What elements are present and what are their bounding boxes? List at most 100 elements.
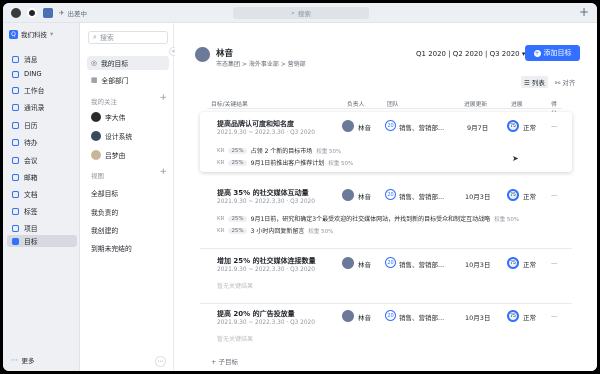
nav-item-contacts[interactable]: 通讯录 [7, 101, 77, 113]
nav-label: 邮箱 [24, 174, 38, 182]
objective-row[interactable]: 提高品牌认可度和知名度 2021.9.30 ~ 2022.3.30 · Q3 2… [200, 112, 572, 172]
objective-title[interactable]: 提高 20% 的广告投放量 [217, 309, 295, 319]
key-result[interactable]: KR 25% 9月1日前推出客户推荐计划 权重 50% [217, 158, 353, 167]
search-placeholder: 搜索 [297, 10, 311, 18]
more-label: 更多 [21, 357, 35, 365]
section-title-follow: 我的关注 [91, 98, 117, 106]
add-follow-button[interactable]: + [159, 93, 167, 103]
panel-item-all-depts[interactable]: ▦ 全部部门 [87, 73, 169, 87]
panel-item-label: 我的目标 [100, 60, 129, 68]
nav-item-ding[interactable]: DING [7, 68, 77, 80]
org-logo-icon: Q [9, 29, 18, 39]
status-icon[interactable] [27, 8, 37, 18]
nav-item-mail[interactable]: 邮箱 [7, 171, 77, 183]
nav-item-calendar[interactable]: 日历 [7, 119, 77, 131]
workbench-icon [12, 86, 19, 94]
kr-text: 9月1日前推出客户推荐计划 [250, 160, 325, 167]
nav-item-tags[interactable]: 标签 [7, 205, 77, 217]
objective-title[interactable]: 提高 35% 的社交媒体互动量 [217, 188, 309, 198]
progress-ring: 75 [507, 310, 519, 322]
nav-label: 消息 [24, 56, 38, 64]
main-content: 林音 市态集团 > 海外事业部 > 营销部 Q1 2020 | Q2 2020 … [175, 23, 597, 371]
nav-label: 文档 [24, 191, 38, 199]
panel-more-button[interactable]: ⋯ [155, 356, 166, 367]
view-align-button[interactable]: ⚯ 对齐 [552, 76, 579, 88]
app-icon[interactable] [43, 8, 53, 18]
panel-search-input[interactable]: ⌕ 搜索 [88, 31, 168, 44]
objective-title[interactable]: 提高品牌认可度和知名度 [217, 119, 294, 129]
nav-item-docs[interactable]: 文档 [7, 188, 77, 200]
objective-title[interactable]: 增加 25% 的社交媒体连接数量 [217, 256, 316, 266]
kr-weight: 权重 50% [308, 228, 334, 235]
status-tab[interactable]: ✈ 出差中 [59, 7, 87, 19]
objective-row[interactable]: 提高 20% 的广告投放量 2021.9.30 ~ 2022.3.30 · Q3… [200, 304, 572, 350]
add-goal-button[interactable]: + 添加目标 [525, 45, 580, 61]
nav-item-messages[interactable]: 消息 [7, 53, 77, 65]
kr-progress: 25% [228, 227, 247, 234]
nav-item-goals[interactable]: 目标 [7, 235, 77, 247]
global-search[interactable]: ⌕ 搜索 [233, 7, 369, 19]
kr-text: 9月1日前，研究和确定3个最受欢迎的社交媒体网站，并找到新的目标受众和制定互动战… [250, 216, 491, 223]
follow-item-team[interactable]: 设计系统 [87, 129, 169, 143]
kr-text: 占领 2 个新的目标市场 [250, 148, 313, 155]
view-link-mine[interactable]: 我负责的 [91, 207, 118, 217]
nav-item-meeting[interactable]: 会议 [7, 154, 77, 166]
nav-item-todo[interactable]: 待办 [7, 136, 77, 148]
chevron-down-icon: ▾ [50, 30, 54, 38]
follow-item-person[interactable]: 李大伟 [87, 110, 169, 124]
progress-ring: 75 [507, 257, 519, 269]
nav-item-projects[interactable]: 项目 [7, 222, 77, 234]
avatar-icon[interactable] [11, 8, 21, 18]
kr-progress: 25% [228, 159, 247, 166]
follow-item-person[interactable]: 吕梦由 [87, 148, 169, 162]
nav-label: 项目 [24, 225, 38, 233]
objective-team: 销售、营销部... [399, 124, 445, 132]
objective-updated: 9月7日 [467, 124, 489, 132]
nav-label: 会议 [24, 157, 38, 165]
follow-label: 吕梦由 [105, 152, 126, 160]
add-goal-label: 添加目标 [543, 49, 572, 57]
org-switcher[interactable]: Q 我们科技 ▾ [9, 29, 53, 39]
objective-period: 2021.9.30 ~ 2022.3.30 · Q3 2020 [217, 199, 315, 205]
objective-row[interactable]: 增加 25% 的社交媒体连接数量 2021.9.30 ~ 2022.3.30 ·… [200, 249, 572, 295]
objective-owner: 林音 [358, 193, 371, 201]
key-result[interactable]: KR 25% 9月1日前，研究和确定3个最受欢迎的社交媒体网站，并找到新的目标受… [217, 214, 519, 223]
objective-updated: 10月3日 [465, 193, 491, 201]
objective-updated: 10月3日 [465, 314, 491, 322]
nav-item-workbench[interactable]: 工作台 [7, 84, 77, 96]
calendar-icon [12, 121, 19, 129]
department-icon: ▦ [91, 76, 98, 84]
view-link-overdue[interactable]: 到期未完结的 [91, 243, 132, 253]
team-count-badge: 20 [385, 257, 396, 268]
key-result[interactable]: KR 25% 占领 2 个新的目标市场 权重 50% [217, 146, 341, 155]
team-count-badge: 20 [385, 189, 396, 200]
avatar [342, 120, 354, 132]
follow-label: 李大伟 [105, 114, 126, 122]
view-link-all[interactable]: 全部目标 [91, 188, 118, 198]
add-view-button[interactable]: + [159, 167, 167, 177]
avatar [342, 310, 354, 322]
objective-score: — [551, 191, 558, 199]
kr-weight: 权重 50% [316, 148, 342, 155]
panel-item-my-goals[interactable]: ◎ 我的目标 [87, 56, 169, 70]
objective-row[interactable]: 提高 35% 的社交媒体互动量 2021.9.30 ~ 2022.3.30 · … [200, 181, 572, 241]
nav-label: 待办 [24, 139, 38, 147]
plus-icon: + [533, 49, 541, 57]
docs-icon [12, 190, 19, 198]
quarter-selector[interactable]: Q1 2020 | Q2 2020 | Q3 2020 ▾ [416, 50, 525, 58]
progress-ring: 75 [507, 189, 519, 201]
kr-tag: KR [217, 215, 225, 222]
avatar [91, 112, 101, 122]
add-child-goal-button[interactable]: + 子目标 [211, 356, 238, 366]
view-link-created[interactable]: 我创建的 [91, 225, 118, 235]
target-icon: ◎ [91, 59, 97, 67]
column-header-owner: 负责人 [347, 102, 365, 108]
view-list-button[interactable]: ☰ 列表 [521, 76, 548, 88]
key-result[interactable]: KR 25% 3 小时内回复新留言 权重 50% [217, 226, 333, 235]
follow-label: 设计系统 [105, 133, 133, 141]
status-badge: 正常 [523, 261, 536, 269]
new-plus-button[interactable]: + [579, 5, 589, 19]
todo-icon [12, 138, 19, 146]
more-button[interactable]: ⋯ 更多 [11, 355, 35, 365]
avatar [91, 131, 101, 141]
